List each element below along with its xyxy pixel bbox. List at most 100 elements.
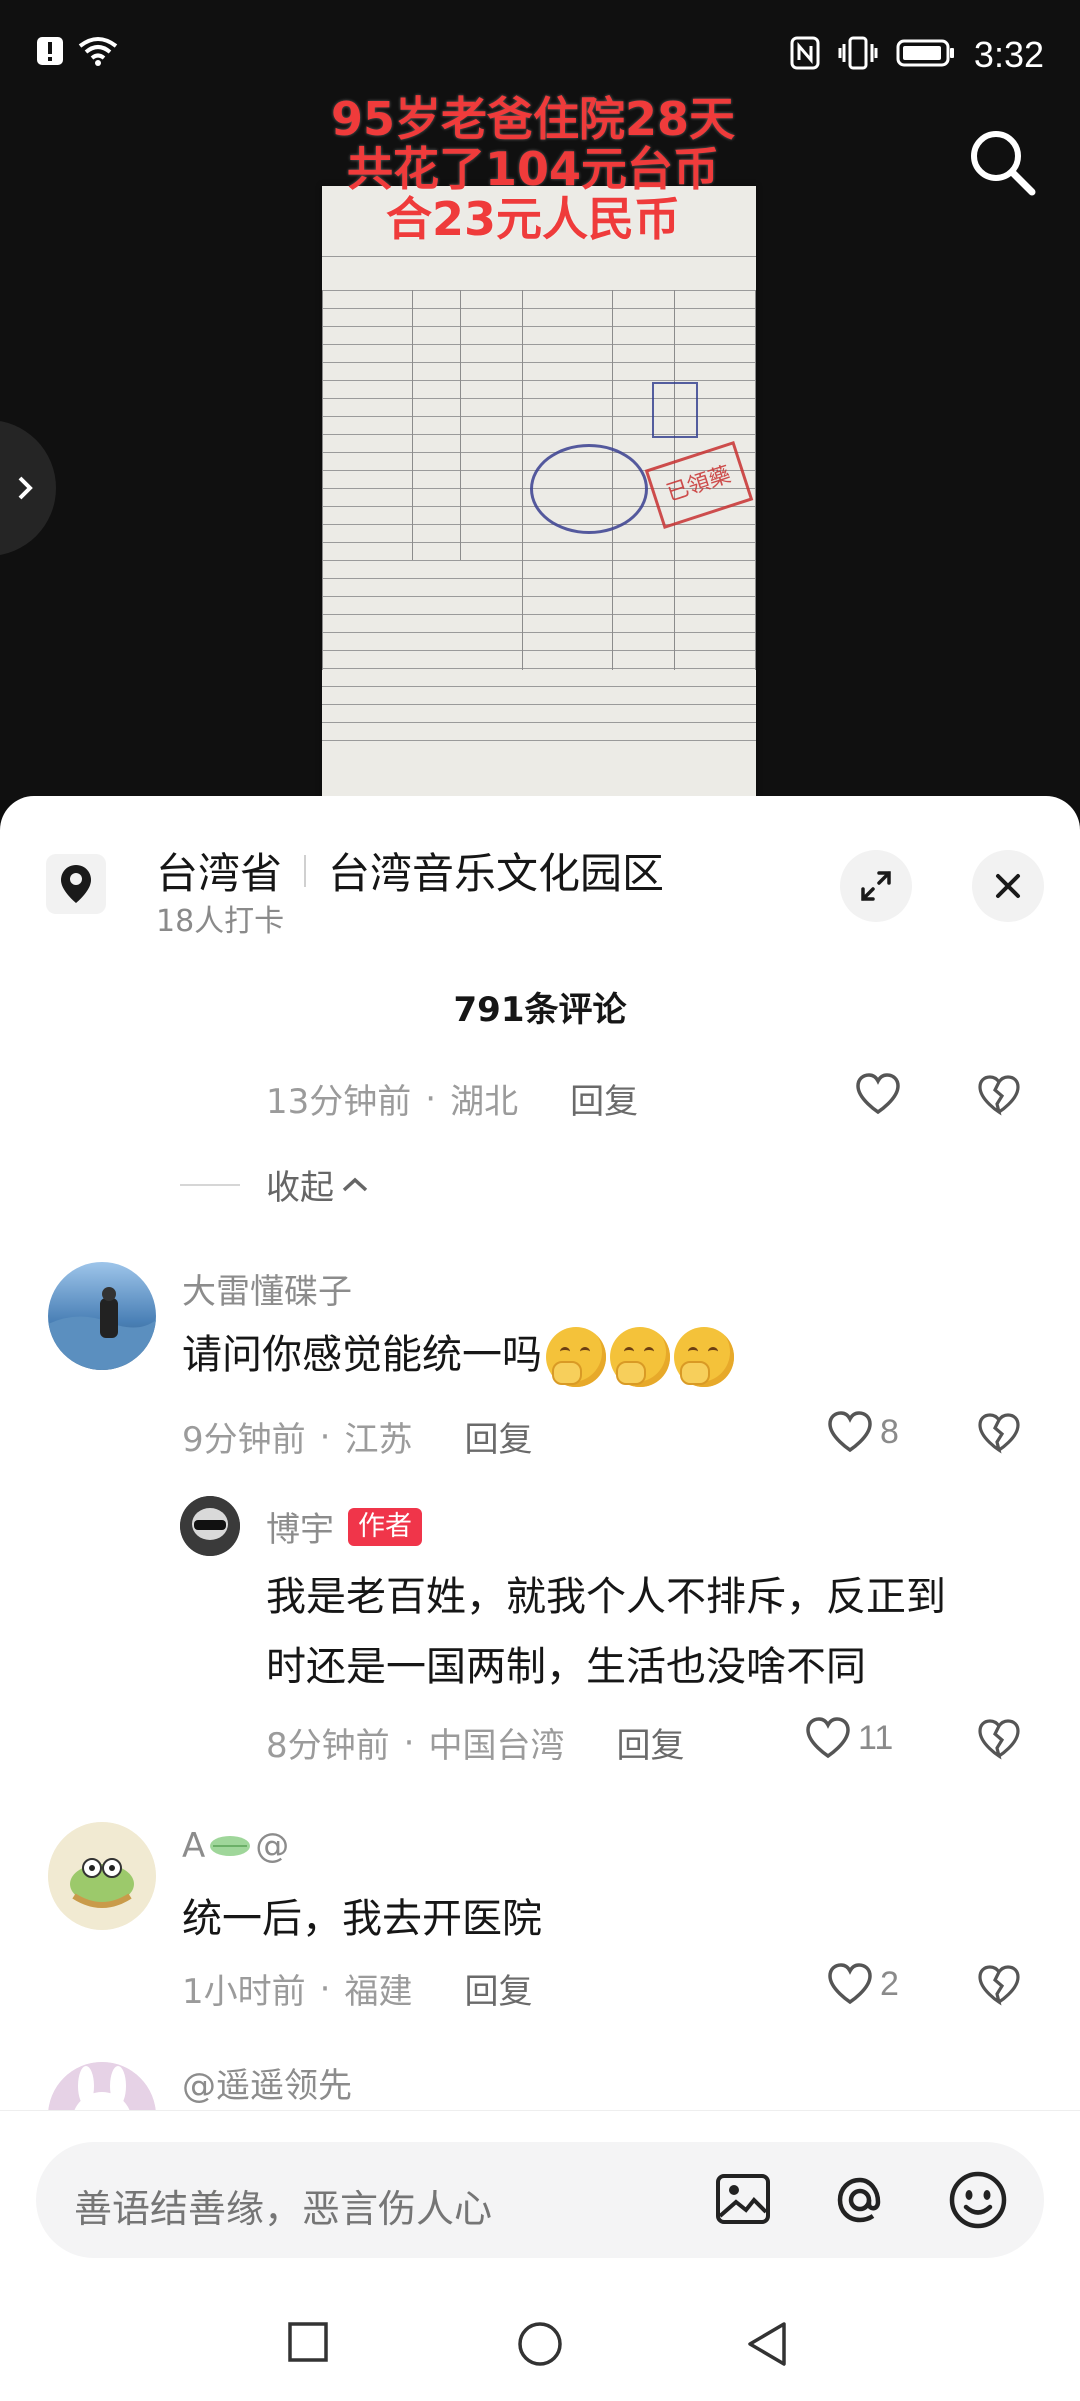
reply-button[interactable]: 回复 (464, 1964, 532, 2013)
video-overlay-caption: 95岁老爸住院28天 共花了104元台币 合23元人民币 (330, 92, 736, 246)
comment-meta: 8分钟前 · 中国台湾 回复 (266, 1718, 684, 1767)
comment-input[interactable]: 善语结善缘，恶言伤人心 (36, 2142, 1044, 2258)
collapse-replies-button[interactable]: 收起 (266, 1160, 370, 1209)
comment-text: 统一后，我去开医院 (182, 1896, 542, 1942)
side-panel-toggle[interactable] (0, 420, 56, 556)
heart-icon (806, 1717, 850, 1759)
avatar[interactable] (48, 1262, 156, 1370)
hand-over-mouth-emoji-icon (674, 1327, 734, 1387)
comment-input-placeholder: 善语结善缘，恶言伤人心 (74, 2187, 493, 2231)
comment-time: 8分钟前 (266, 1726, 390, 1766)
close-button[interactable] (972, 850, 1044, 922)
system-nav-bar (0, 2290, 1080, 2400)
location-divider (304, 854, 307, 887)
comment-username[interactable]: 大雷懂碟子 (182, 1264, 352, 1313)
like-button[interactable]: 8 (826, 1410, 899, 1454)
like-button[interactable]: 2 (826, 1962, 899, 2006)
battery-icon (896, 38, 956, 72)
location-checkins: 18人打卡 (156, 904, 285, 939)
comment-location: 湖北 (450, 1082, 519, 1122)
comment-text-line: 时还是一国两制，生活也没啥不同 (266, 1644, 866, 1690)
back-button[interactable] (744, 2320, 790, 2372)
location-pin-icon[interactable] (46, 854, 106, 914)
recents-button[interactable] (286, 2320, 330, 2368)
emoji-picker-button[interactable] (948, 2170, 1008, 2234)
comment-time: 9分钟前 (182, 1420, 306, 1460)
square-nav-icon (288, 2322, 328, 2362)
location-title[interactable]: 台湾省 台湾音乐文化园区 (156, 840, 664, 901)
separator-dot: · (319, 1968, 331, 2009)
like-count: 11 (858, 1718, 894, 1757)
like-count: 2 (880, 1964, 899, 2003)
circle-nav-icon (518, 2322, 562, 2366)
close-icon (996, 874, 1020, 898)
heart-icon (856, 1073, 900, 1115)
comment-text-content: 请问你感觉能统一吗 (182, 1332, 542, 1378)
status-time: 3:32 (973, 34, 1044, 75)
like-button[interactable] (854, 1072, 902, 1116)
dislike-button[interactable] (976, 1718, 1022, 1764)
video-player[interactable]: 已領藥 95岁老爸住院28天 共花了104元台币 合23元人民币 3:32 (0, 0, 1080, 800)
partial-comment: @遥遥领先 (0, 2046, 1080, 2110)
comment-location: 福建 (344, 1972, 413, 2012)
comment-text: 我是老百姓，就我个人不排斥，反正到 时还是一国两制，生活也没啥不同 (266, 1562, 1046, 1702)
author-badge: 作者 (348, 1507, 422, 1546)
separator-dot: · (425, 1078, 437, 1119)
nfc-icon (790, 36, 820, 74)
broken-heart-icon (978, 1965, 1020, 2006)
comment-username[interactable]: A @ (182, 1826, 289, 1866)
vibrate-icon (838, 36, 878, 74)
broken-heart-icon (978, 1719, 1020, 1760)
reply-button[interactable]: 回复 (570, 1074, 638, 1123)
heart-icon (828, 1963, 872, 2005)
comment-time: 1小时前 (182, 1972, 306, 2012)
triangle-back-icon (748, 2322, 786, 2366)
search-icon (971, 131, 1036, 196)
reply-button[interactable]: 回复 (616, 1718, 684, 1767)
image-picker-button[interactable] (714, 2170, 772, 2232)
comment-text: 请问你感觉能统一吗 (182, 1320, 734, 1390)
comment-meta: 9分钟前 · 江苏 回复 (182, 1412, 532, 1461)
collapse-divider (180, 1184, 240, 1186)
username-suffix: @ (255, 1826, 290, 1866)
expand-icon (861, 871, 891, 901)
chevron-right-icon (18, 476, 33, 500)
mention-button[interactable] (830, 2170, 890, 2234)
comment-text-line: 我是老百姓，就我个人不排斥，反正到 (266, 1574, 946, 1620)
comment-count: 791条评论 (453, 990, 627, 1030)
broken-heart-icon (978, 1413, 1020, 1454)
username-text: 博宇 (266, 1510, 334, 1550)
dislike-button[interactable] (976, 1074, 1022, 1120)
at-icon (837, 2177, 881, 2223)
avatar[interactable] (48, 2062, 156, 2110)
hand-over-mouth-emoji-icon (610, 1327, 670, 1387)
receipt-image: 已領藥 (322, 186, 756, 800)
comment-location: 中国台湾 (428, 1726, 565, 1766)
dislike-button[interactable] (976, 1412, 1022, 1458)
location-region: 台湾省 (156, 849, 283, 898)
comment-username[interactable]: @遥遥领先 (182, 2058, 352, 2107)
wifi-icon (78, 36, 118, 70)
dislike-button[interactable] (976, 1964, 1022, 2010)
status-bar: 3:32 (0, 0, 1080, 116)
comment-username[interactable]: 博宇 作者 (266, 1502, 422, 1551)
hand-over-mouth-emoji-icon (546, 1327, 606, 1387)
heart-icon (828, 1411, 872, 1453)
broken-heart-icon (978, 1075, 1020, 1116)
alert-icon (36, 36, 64, 70)
image-icon (716, 2174, 770, 2224)
separator-dot: · (403, 1722, 415, 1763)
search-button[interactable] (964, 124, 1040, 200)
collapse-label: 收起 (266, 1168, 334, 1208)
home-button[interactable] (516, 2320, 564, 2372)
comment-time: 13分钟前 (266, 1082, 412, 1122)
like-button[interactable]: 11 (804, 1716, 893, 1760)
chevron-up-icon (342, 1177, 368, 1191)
username-text: A (182, 1826, 206, 1866)
avatar[interactable] (180, 1496, 240, 1556)
comment-location: 江苏 (344, 1420, 413, 1460)
expand-button[interactable] (840, 850, 912, 922)
comment-meta: 13分钟前 · 湖北 回复 (266, 1074, 638, 1123)
avatar[interactable] (48, 1822, 156, 1930)
reply-button[interactable]: 回复 (464, 1412, 532, 1461)
